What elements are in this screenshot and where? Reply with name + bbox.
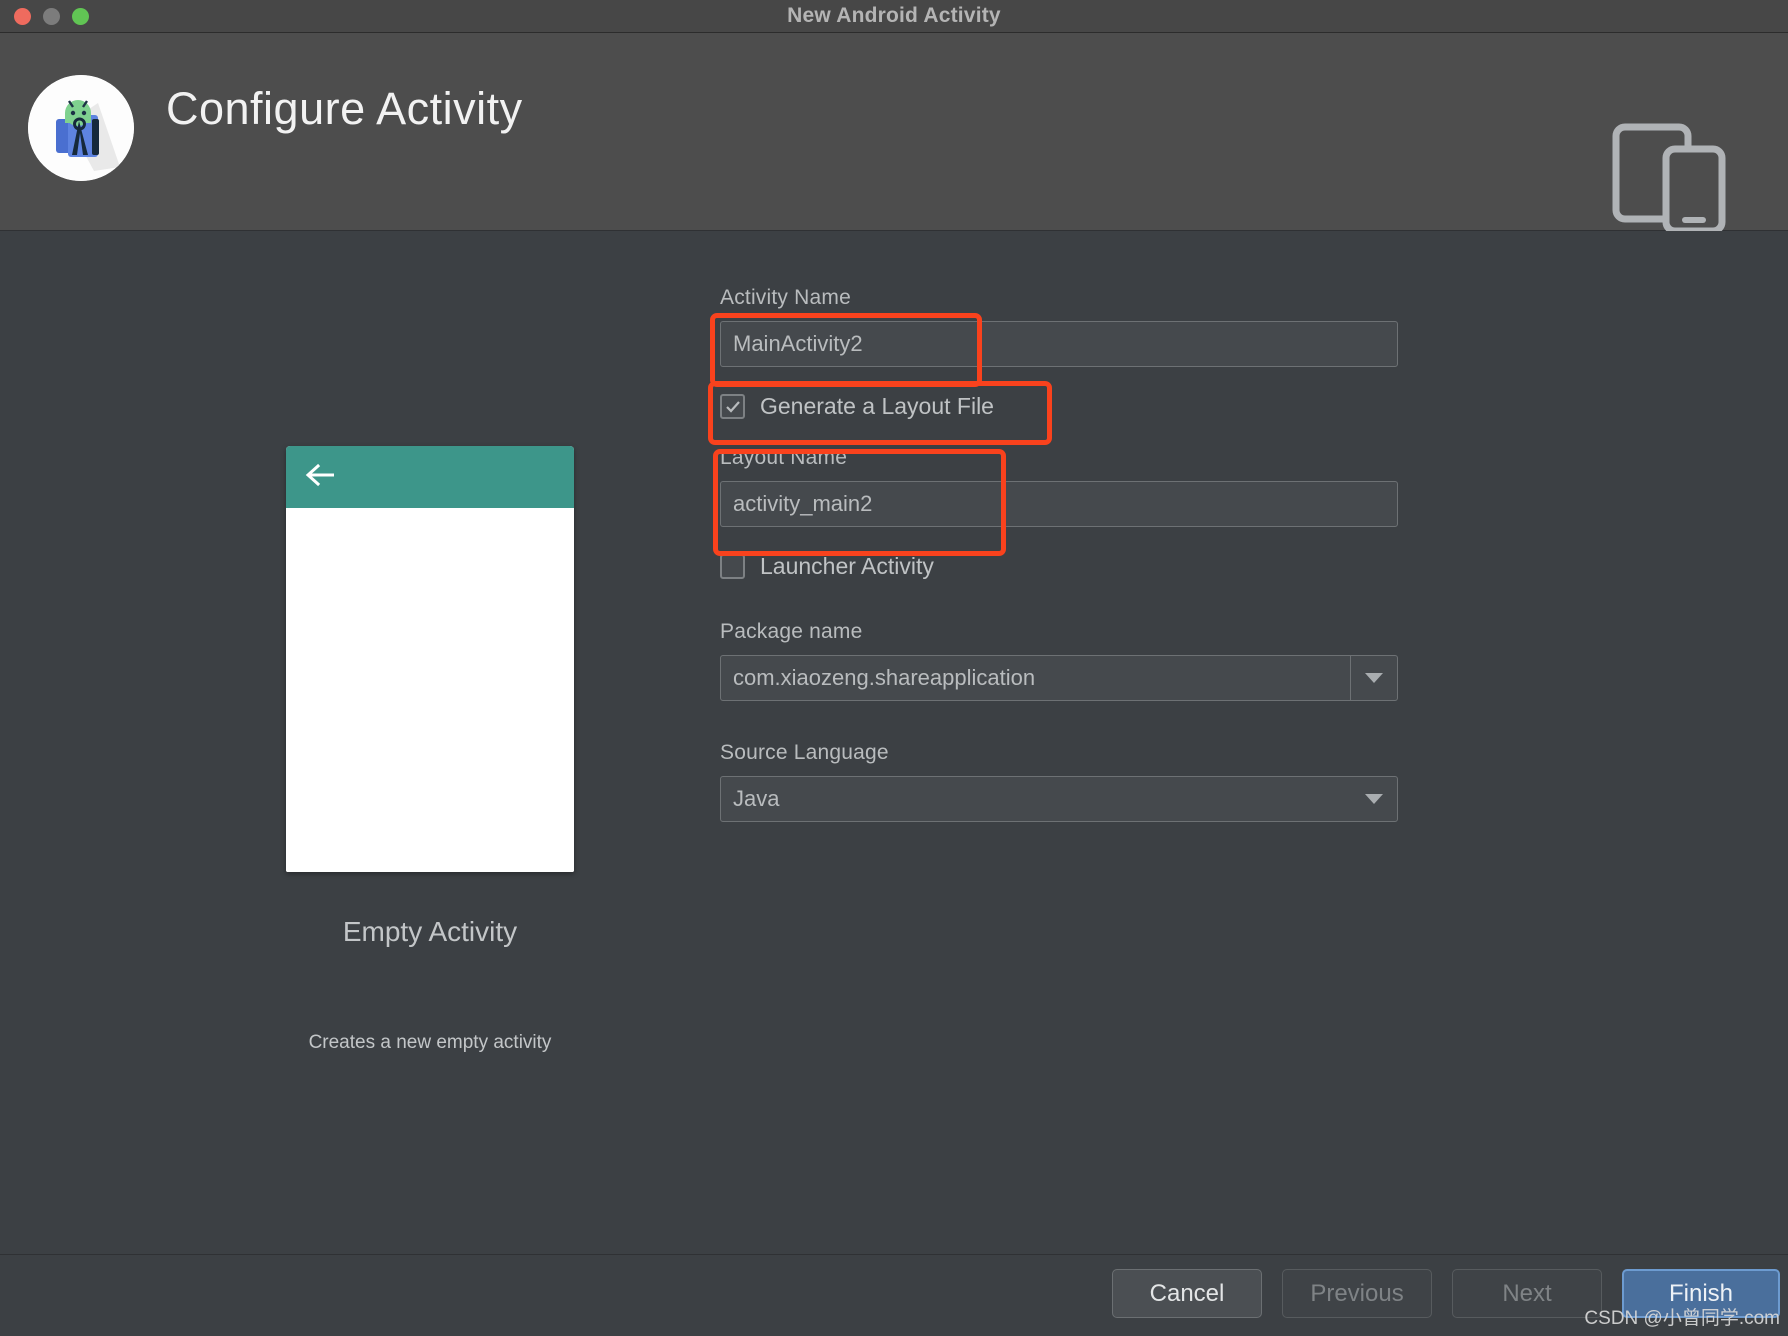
activity-name-input[interactable]: MainActivity2 (720, 321, 1398, 367)
generate-layout-checkbox[interactable]: Generate a Layout File (720, 393, 1420, 420)
minimize-window-button[interactable] (43, 8, 60, 25)
chevron-down-icon[interactable] (1351, 777, 1397, 821)
traffic-light-controls (14, 0, 89, 32)
previous-button[interactable]: Previous (1282, 1269, 1432, 1318)
layout-name-input[interactable]: activity_main2 (720, 481, 1398, 527)
window-titlebar: New Android Activity (0, 0, 1788, 33)
close-window-button[interactable] (14, 8, 31, 25)
android-studio-logo-icon (28, 75, 134, 181)
preview-content-area (286, 508, 574, 872)
activity-template-preview: Empty Activity Creates a new empty activ… (230, 446, 630, 1054)
generate-layout-checkbox-box[interactable] (720, 394, 745, 419)
dialog-body: Empty Activity Creates a new empty activ… (0, 231, 1788, 1255)
preview-card (286, 446, 574, 872)
package-name-label: Package name (720, 620, 1420, 644)
package-name-combobox[interactable]: com.xiaozeng.shareapplication (720, 655, 1398, 701)
source-language-value: Java (721, 786, 1351, 812)
chevron-down-icon[interactable] (1350, 656, 1397, 700)
launcher-activity-label: Launcher Activity (760, 553, 934, 580)
generate-layout-label: Generate a Layout File (760, 393, 994, 420)
maximize-window-button[interactable] (72, 8, 89, 25)
source-language-combobox[interactable]: Java (720, 776, 1398, 822)
launcher-activity-checkbox[interactable]: Launcher Activity (720, 553, 1420, 580)
dialog-footer: Cancel Previous Next Finish (0, 1255, 1788, 1336)
tablet-and-phone-icon (1600, 95, 1740, 235)
page-title: Configure Activity (166, 83, 523, 135)
next-button[interactable]: Next (1452, 1269, 1602, 1318)
cancel-button[interactable]: Cancel (1112, 1269, 1262, 1318)
checkmark-icon (725, 399, 741, 415)
activity-config-form: Activity Name MainActivity2 Generate a L… (720, 286, 1420, 822)
preview-appbar (286, 446, 574, 508)
preview-description: Creates a new empty activity (230, 1032, 630, 1054)
preview-caption: Empty Activity (230, 916, 630, 948)
watermark: CSDN @小曾同学.com (1584, 1303, 1780, 1330)
dialog-header: Configure Activity (0, 33, 1788, 231)
activity-name-label: Activity Name (720, 286, 1420, 310)
source-language-label: Source Language (720, 741, 1420, 765)
package-name-value: com.xiaozeng.shareapplication (721, 665, 1350, 691)
layout-name-label: Layout Name (720, 446, 1420, 470)
back-arrow-icon (304, 462, 338, 493)
window-title: New Android Activity (0, 4, 1788, 28)
launcher-activity-checkbox-box[interactable] (720, 554, 745, 579)
